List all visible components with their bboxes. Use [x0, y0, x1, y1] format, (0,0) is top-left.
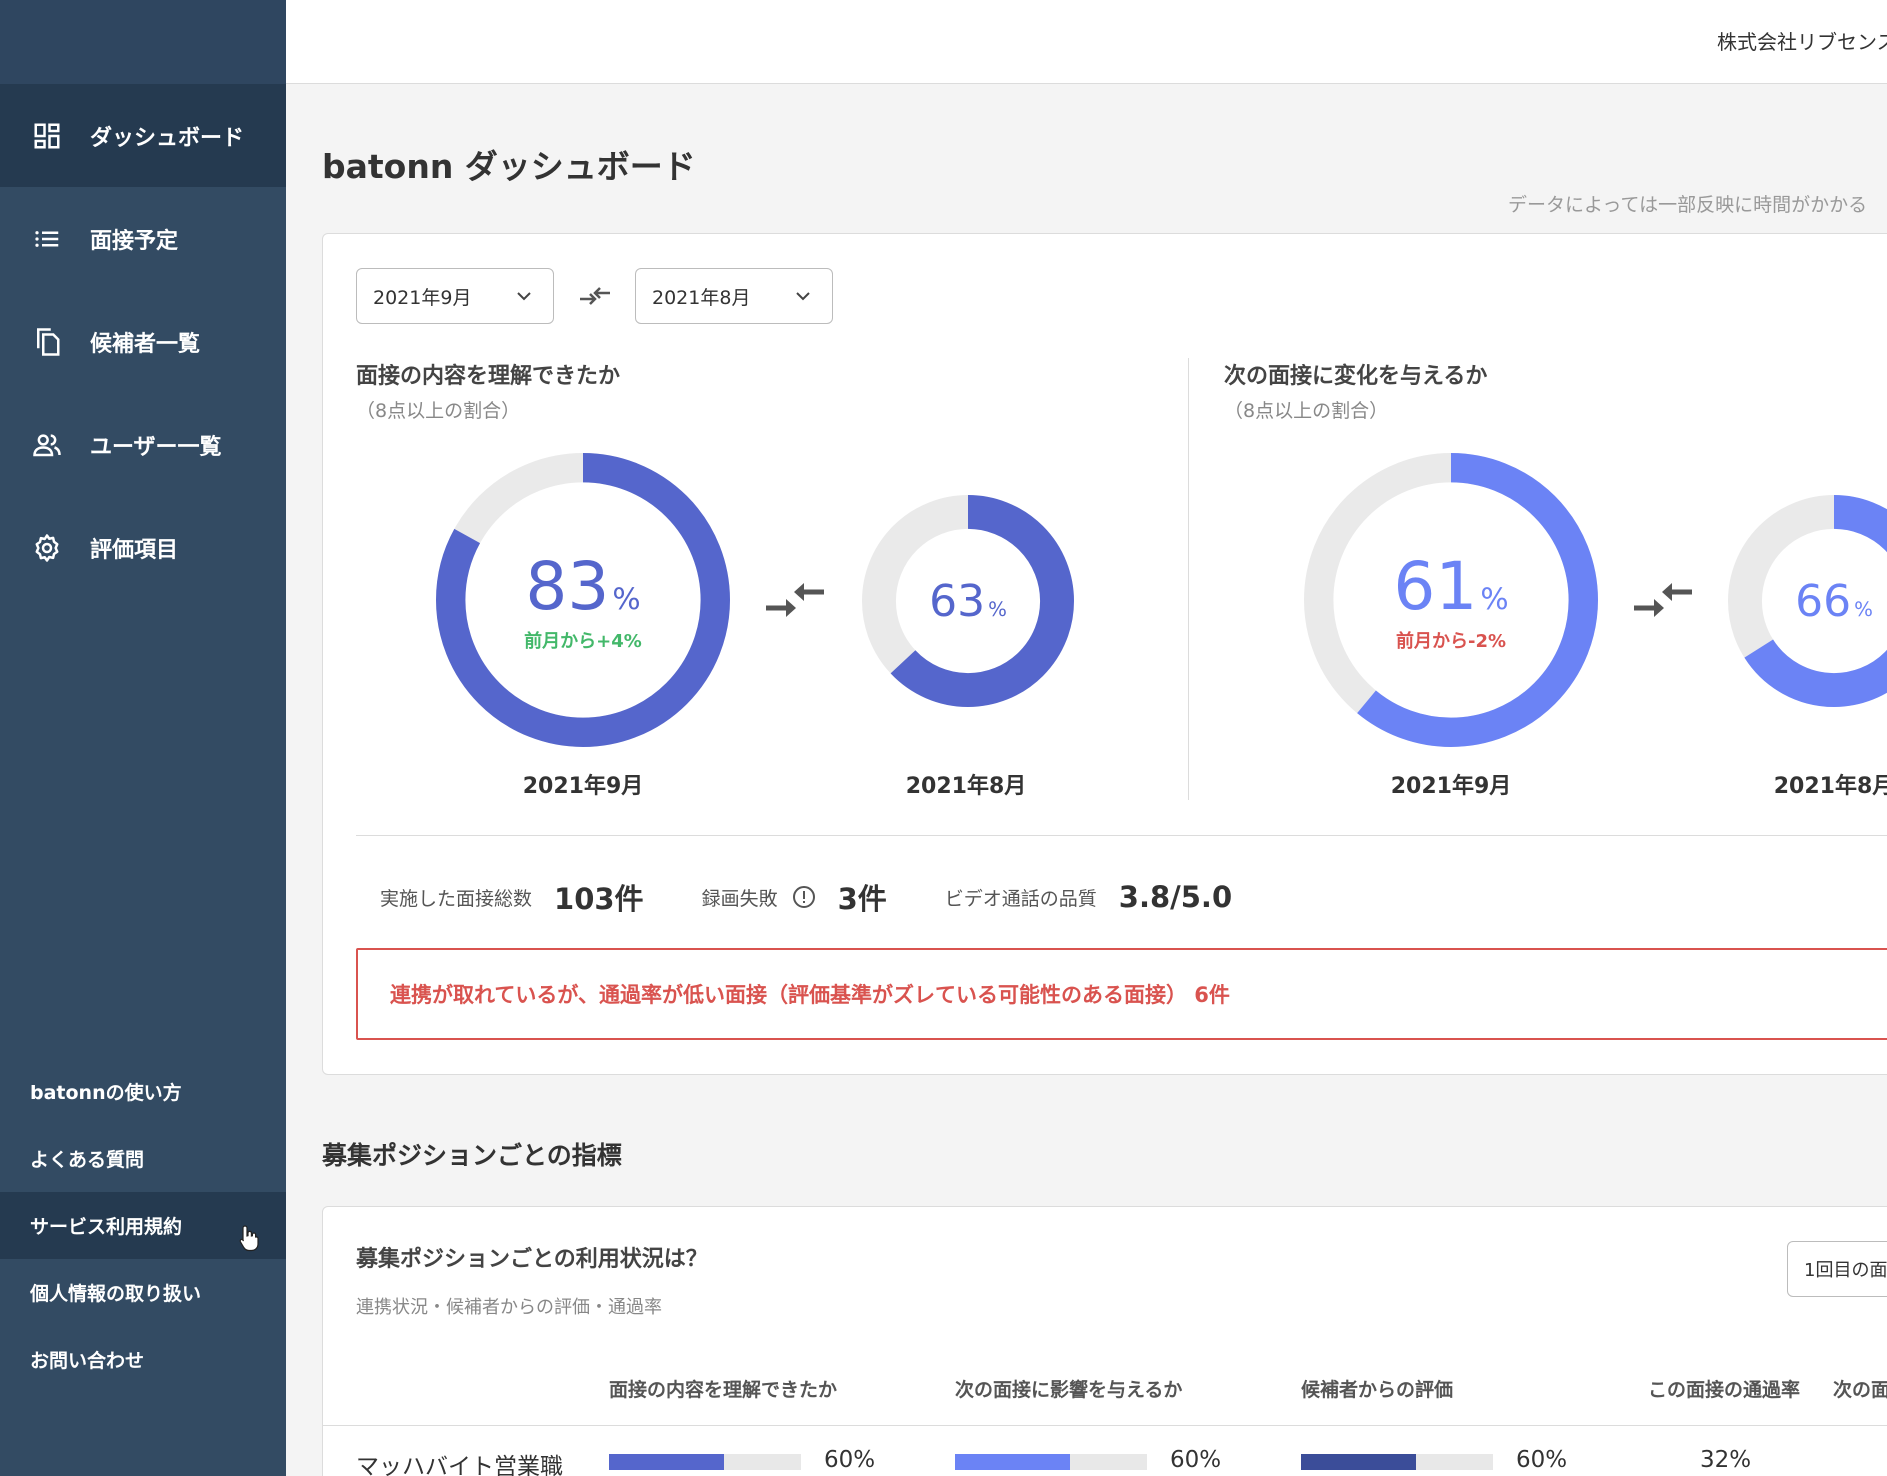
info-icon[interactable] — [792, 885, 816, 909]
data-delay-notice: データによっては一部反映に時間がかかる — [1508, 194, 1868, 216]
sidebar: ダッシュボード 面接予定 候補者一覧 ユーザー一覧 評価項目 batonnの使い… — [0, 0, 286, 1476]
hand-cursor-icon — [239, 1225, 259, 1252]
link-privacy[interactable]: 個人情報の取り扱い — [0, 1259, 286, 1326]
link-contact[interactable]: お問い合わせ — [0, 1326, 286, 1393]
period-label: 2021年8月 — [905, 774, 1027, 799]
sidebar-item-label: ユーザー一覧 — [90, 434, 222, 460]
current-month-value: 2021年9月 — [373, 286, 472, 309]
column-header: この面接の通過率 — [1648, 1379, 1801, 1401]
recording-failed-value: 3件 — [837, 882, 887, 916]
bar-fill — [609, 1454, 725, 1470]
sidebar-item-candidates[interactable]: 候補者一覧 — [0, 290, 286, 393]
period-label: 2021年8月 — [1773, 774, 1887, 799]
metric-influence-title: 次の面接に変化を与えるか — [1224, 364, 1488, 389]
video-quality-label: ビデオ通話の品質 — [944, 887, 1097, 910]
positions-heading: 募集ポジションごとの指標 — [322, 1141, 622, 1170]
influence-pct: 60% — [1170, 1447, 1222, 1473]
period-label: 2021年9月 — [1390, 774, 1512, 799]
donut-understand-previous: 63% — [862, 495, 1074, 707]
sidebar-item-label: ダッシュボード — [90, 125, 245, 151]
column-header: 次の面接 — [1833, 1379, 1887, 1401]
delta-badge: 前月から-2% — [1395, 630, 1507, 652]
sidebar-item-label: 面接予定 — [90, 228, 179, 254]
interview-round-select[interactable]: 1回目の面接 — [1787, 1241, 1887, 1297]
metric-understand-title: 面接の内容を理解できたか — [356, 364, 621, 389]
total-interviews-value: 103件 — [554, 882, 644, 916]
sidebar-item-label: 評価項目 — [90, 537, 179, 563]
chevron-down-icon — [796, 292, 810, 301]
stats-divider — [356, 835, 1887, 836]
donut-value: 63% — [929, 575, 1007, 627]
metrics-divider — [1188, 358, 1189, 800]
sidebar-item-interviews[interactable]: 面接予定 — [0, 187, 286, 290]
donut-value: 61% — [1393, 547, 1509, 625]
understand-bar — [609, 1454, 801, 1470]
dashboard-icon — [32, 121, 62, 151]
interview-round-value: 1回目の面接 — [1804, 1260, 1887, 1281]
rating-bar — [1301, 1454, 1493, 1470]
sidebar-logo-area — [0, 0, 286, 84]
link-how-to-use[interactable]: batonnの使い方 — [0, 1058, 286, 1125]
metric-understand-subtitle: （8点以上の割合） — [356, 400, 521, 422]
sidebar-item-label: 候補者一覧 — [90, 331, 201, 357]
summary-stats: 実施した面接総数 103件 録画失敗 3件 ビデオ通話の品質 3.8/5.0 — [380, 876, 1290, 918]
donut-understand-current: 83% 前月から+4% — [436, 453, 730, 747]
donut-influence-current: 61% 前月から-2% — [1304, 453, 1598, 747]
list-icon — [32, 224, 62, 254]
metric-influence-subtitle: （8点以上の割合） — [1224, 400, 1389, 422]
positions-card-subtitle: 連携状況・候補者からの評価・通過率 — [356, 1297, 662, 1318]
sidebar-item-users[interactable]: ユーザー一覧 — [0, 393, 286, 496]
sidebar-item-evaluation[interactable]: 評価項目 — [0, 496, 286, 599]
users-icon — [32, 430, 62, 460]
donut-value: 83% — [525, 547, 641, 625]
copy-icon — [32, 327, 62, 357]
period-label: 2021年9月 — [522, 774, 644, 799]
column-header: 面接の内容を理解できたか — [609, 1379, 838, 1401]
table-row-position-name[interactable]: マッハバイト営業職 — [356, 1447, 563, 1476]
recording-failed-label: 録画失敗 — [701, 887, 778, 910]
bar-fill — [1301, 1454, 1417, 1470]
sidebar-item-dashboard[interactable]: ダッシュボード — [0, 84, 286, 187]
compare-arrows-icon — [766, 583, 824, 617]
low-pass-rate-alert[interactable]: 連携が取れているが、通過率が低い面接（評価基準がズレている可能性のある面接） 6… — [356, 948, 1887, 1040]
link-faq[interactable]: よくある質問 — [0, 1125, 286, 1192]
donut-influence-previous: 66% — [1728, 495, 1887, 707]
compare-arrows-icon — [580, 287, 610, 305]
alert-text: 連携が取れているが、通過率が低い面接（評価基準がズレている可能性のある面接） 6… — [390, 983, 1230, 1007]
influence-bar — [955, 1454, 1147, 1470]
previous-month-value: 2021年8月 — [652, 286, 751, 309]
gear-icon — [32, 533, 62, 563]
rating-pct: 60% — [1516, 1447, 1568, 1473]
total-interviews-label: 実施した面接総数 — [380, 887, 533, 910]
pass-rate-value: 32% — [1700, 1447, 1752, 1473]
page-title: batonn ダッシュボード — [322, 147, 696, 186]
previous-month-select[interactable]: 2021年8月 — [635, 268, 833, 324]
bar-fill — [955, 1454, 1071, 1470]
column-header: 候補者からの評価 — [1301, 1379, 1454, 1401]
compare-arrows-icon — [1634, 583, 1692, 617]
understand-pct: 60% — [824, 1447, 876, 1473]
table-divider — [323, 1425, 1887, 1426]
chevron-down-icon — [517, 292, 531, 301]
top-bar: 株式会社リブセンス — [286, 0, 1887, 84]
column-header: 次の面接に影響を与えるか — [955, 1379, 1183, 1401]
delta-badge: 前月から+4% — [524, 630, 642, 652]
current-month-select[interactable]: 2021年9月 — [356, 268, 554, 324]
donut-value: 66% — [1795, 575, 1873, 627]
video-quality-value: 3.8/5.0 — [1118, 880, 1233, 914]
company-name[interactable]: 株式会社リブセンス — [1717, 26, 1887, 55]
positions-card-title: 募集ポジションごとの利用状況は？ — [356, 1247, 708, 1272]
